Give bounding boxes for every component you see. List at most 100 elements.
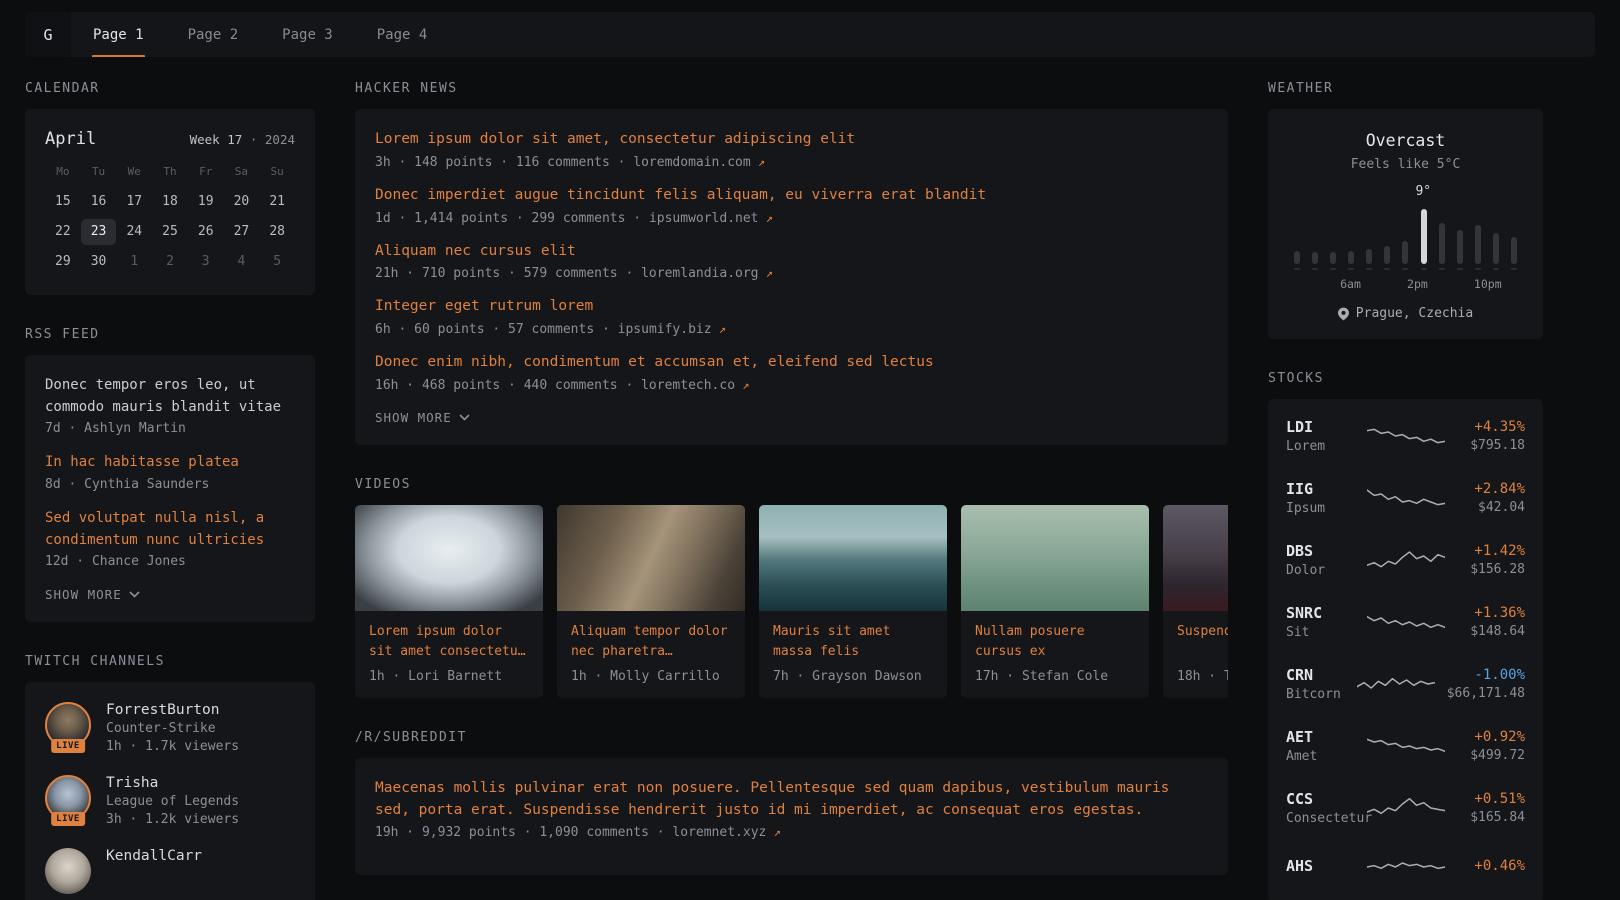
weather-chart <box>1294 209 1517 270</box>
channel-name[interactable]: ForrestBurton <box>106 702 239 718</box>
hn-item-title[interactable]: Integer eget rutrum lorem <box>375 296 1208 318</box>
subreddit-item-domain: loremnet.xyz <box>672 825 766 840</box>
weather-bar-dot <box>1475 268 1481 270</box>
calendar-date: 22 <box>45 219 81 245</box>
hn-item-title[interactable]: Aliquam nec cursus elit <box>375 241 1208 263</box>
video-title[interactable]: Mauris sit amet massa felis <box>759 611 947 664</box>
video-meta: 1h · Molly Carrillo <box>557 664 745 698</box>
video-card[interactable]: Mauris sit amet massa felis7h · Grayson … <box>759 505 947 698</box>
subreddit-item-title[interactable]: Maecenas mollis pulvinar erat non posuer… <box>375 778 1208 822</box>
stock-info: SNRCSit <box>1286 604 1355 640</box>
calendar-date: 1 <box>116 249 152 275</box>
videos-section: VIDEOS Lorem ipsum dolor sit amet consec… <box>355 477 1228 698</box>
video-thumbnail[interactable] <box>759 505 947 611</box>
calendar-day-header: Sa <box>224 161 260 185</box>
stock-row[interactable]: SNRCSit+1.36%$148.64 <box>1286 591 1525 653</box>
calendar-section: CALENDAR April Week 17 · 2024 MoTuWeThFr… <box>25 81 315 295</box>
app-logo[interactable]: G <box>25 12 71 57</box>
right-column: WEATHER Overcast Feels like 5°C 9° 6am2p… <box>1268 81 1543 900</box>
tab-page-3[interactable]: Page 3 <box>260 12 355 57</box>
weather-bar-column <box>1384 246 1390 270</box>
video-thumbnail[interactable] <box>355 505 543 611</box>
calendar-date: 16 <box>81 189 117 215</box>
weather-time-label: 6am <box>1340 277 1361 291</box>
hn-list: Lorem ipsum dolor sit amet, consectetur … <box>375 129 1208 393</box>
tab-page-4[interactable]: Page 4 <box>355 12 450 57</box>
hn-item-meta: 6h · 60 points · 57 comments · ipsumify.… <box>375 322 1208 337</box>
avatar <box>45 848 91 894</box>
video-card[interactable]: Lorem ipsum dolor sit amet consectetu…1h… <box>355 505 543 698</box>
stock-values: +2.84%$42.04 <box>1457 481 1526 515</box>
stock-sparkline <box>1367 483 1445 513</box>
video-card[interactable]: Suspendisse diam18h · Tara <box>1163 505 1228 698</box>
weather-bar <box>1348 251 1354 264</box>
twitch-channel[interactable]: LIVETrishaLeague of Legends3h · 1.2k vie… <box>45 775 295 827</box>
weather-bar <box>1294 251 1300 264</box>
hn-item: Integer eget rutrum lorem 6h · 60 points … <box>375 296 1208 337</box>
stock-row[interactable]: AETAmet+0.92%$499.72 <box>1286 715 1525 777</box>
tab-page-1[interactable]: Page 1 <box>71 12 166 57</box>
stock-row[interactable]: AHS+0.46% <box>1286 839 1525 895</box>
video-card[interactable]: Nullam posuere cursus ex17h · Stefan Col… <box>961 505 1149 698</box>
stock-sparkline <box>1367 607 1445 637</box>
show-more-label: SHOW MORE <box>375 410 452 425</box>
weather-bar-column <box>1493 233 1499 270</box>
video-thumbnail[interactable] <box>961 505 1149 611</box>
weather-bar-dot <box>1294 268 1300 270</box>
weather-time-label: 10pm <box>1474 277 1502 291</box>
rss-show-more-button[interactable]: SHOW MORE <box>45 585 140 602</box>
calendar-date: 27 <box>224 219 260 245</box>
hn-item-title[interactable]: Lorem ipsum dolor sit amet, consectetur … <box>375 129 1208 151</box>
hn-show-more-button[interactable]: SHOW MORE <box>375 408 470 425</box>
avatar: LIVE <box>45 775 91 821</box>
stock-values: +0.51%$165.84 <box>1457 791 1526 825</box>
channel-meta: 1h · 1.7k viewers <box>106 739 239 754</box>
weather-location-row: Prague, Czechia <box>1290 306 1521 321</box>
video-meta: 1h · Lori Barnett <box>355 664 543 698</box>
weather-bar-dot <box>1457 268 1463 270</box>
weather-location: Prague, Czechia <box>1356 306 1473 321</box>
tab-page-2[interactable]: Page 2 <box>166 12 261 57</box>
weather-bar-column <box>1366 249 1372 270</box>
video-meta: 7h · Grayson Dawson <box>759 664 947 698</box>
video-card[interactable]: Aliquam tempor dolor nec pharetra…1h · M… <box>557 505 745 698</box>
video-thumbnail[interactable] <box>557 505 745 611</box>
hn-item-title[interactable]: Donec enim nibh, condimentum et accumsan… <box>375 352 1208 374</box>
stock-row[interactable]: CCSConsectetur+0.51%$165.84 <box>1286 777 1525 839</box>
stock-symbol: AET <box>1286 728 1355 746</box>
weather-bar-column <box>1421 209 1427 270</box>
video-thumbnail[interactable] <box>1163 505 1228 611</box>
stock-row[interactable]: LDILorem+4.35%$795.18 <box>1286 405 1525 467</box>
stock-change: +2.84% <box>1457 481 1526 497</box>
twitch-channel[interactable]: KendallCarr <box>45 848 295 894</box>
twitch-channel[interactable]: LIVE ForrestBurtonCounter-Strike1h · 1.7k… <box>45 702 295 754</box>
stock-row[interactable]: DBSDolor+1.42%$156.28 <box>1286 529 1525 591</box>
stock-info: AETAmet <box>1286 728 1355 764</box>
live-badge: LIVE <box>51 739 85 753</box>
weather-chart-wrap: 9° <box>1290 186 1521 270</box>
calendar-date: 3 <box>188 249 224 275</box>
weather-bar <box>1312 252 1318 264</box>
stock-symbol: DBS <box>1286 542 1355 560</box>
stock-info: IIGIpsum <box>1286 480 1355 516</box>
hn-item-title[interactable]: Donec imperdiet augue tincidunt felis al… <box>375 185 1208 207</box>
channel-info: ForrestBurtonCounter-Strike1h · 1.7k vie… <box>106 702 239 754</box>
video-title[interactable]: Suspendisse diam <box>1163 611 1228 664</box>
weather-widget: Overcast Feels like 5°C 9° 6am2pm10pm Pr… <box>1268 109 1543 339</box>
calendar-date: 28 <box>259 219 295 245</box>
stock-info: DBSDolor <box>1286 542 1355 578</box>
channel-name[interactable]: Trisha <box>106 775 239 791</box>
rss-item-meta: 8d · Cynthia Saunders <box>45 477 295 492</box>
rss-item-title[interactable]: Donec tempor eros leo, ut commodo mauris… <box>45 375 295 418</box>
stock-row[interactable]: CRNBitcorn-1.00%$66,171.48 <box>1286 653 1525 715</box>
rss-item-meta: 7d · Ashlyn Martin <box>45 421 295 436</box>
channel-name[interactable]: KendallCarr <box>106 848 202 864</box>
rss-item-title[interactable]: Sed volutpat nulla nisl, a condimentum n… <box>45 508 295 551</box>
video-title[interactable]: Nullam posuere cursus ex <box>961 611 1149 664</box>
rss-item-title[interactable]: In hac habitasse platea <box>45 452 295 474</box>
video-title[interactable]: Aliquam tempor dolor nec pharetra… <box>557 611 745 664</box>
video-title[interactable]: Lorem ipsum dolor sit amet consectetu… <box>355 611 543 664</box>
stock-row[interactable]: IIGIpsum +2.84%$42.04 <box>1286 467 1525 529</box>
calendar-date: 21 <box>259 189 295 215</box>
chevron-down-icon <box>459 414 470 421</box>
